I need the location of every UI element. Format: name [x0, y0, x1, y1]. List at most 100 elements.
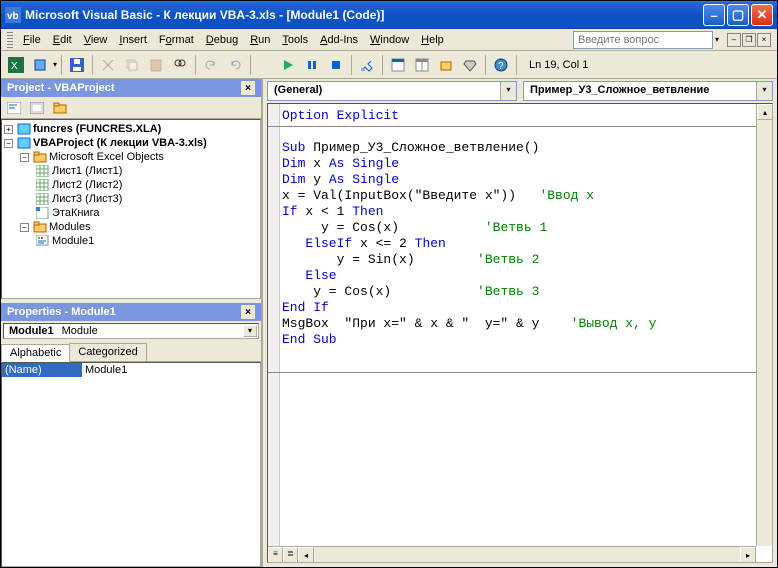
- collapse-icon[interactable]: −: [4, 139, 13, 148]
- run-button[interactable]: [277, 54, 299, 76]
- dropdown-arrow-icon[interactable]: ▾: [53, 60, 57, 69]
- help-button[interactable]: ?: [490, 54, 512, 76]
- collapse-icon[interactable]: −: [20, 223, 29, 232]
- project-tree[interactable]: + funcres (FUNCRES.XLA) − VBAProject (К …: [1, 119, 261, 299]
- tree-label: Microsoft Excel Objects: [49, 151, 164, 163]
- save-button[interactable]: [66, 54, 88, 76]
- project-icon: [17, 137, 31, 149]
- properties-panel-header: Properties - Module1 ×: [1, 303, 261, 321]
- properties-grid[interactable]: (Name) Module1: [1, 362, 261, 567]
- properties-panel-title: Properties - Module1: [7, 306, 116, 318]
- app-icon: vb: [5, 7, 21, 23]
- mdi-minimize-button[interactable]: –: [727, 33, 741, 47]
- view-toggle: ≡ ≣: [268, 546, 298, 562]
- sheet-icon: [36, 193, 50, 205]
- menu-edit[interactable]: Edit: [47, 32, 78, 48]
- code-margin: [268, 104, 280, 546]
- help-search-input[interactable]: [573, 31, 713, 49]
- scroll-up-button[interactable]: ▴: [757, 104, 773, 120]
- tree-label: Лист3 (Лист3): [52, 193, 122, 205]
- tree-node-thisbook[interactable]: ЭтаКнига: [4, 206, 258, 220]
- dropdown-arrow-icon[interactable]: ▾: [500, 82, 516, 100]
- object-dropdown[interactable]: (General) ▾: [267, 81, 517, 101]
- cursor-position-label: Ln 19, Col 1: [521, 59, 596, 71]
- tab-categorized[interactable]: Categorized: [69, 343, 146, 361]
- toolbox-button[interactable]: [459, 54, 481, 76]
- tree-node-sheet2[interactable]: Лист2 (Лист2): [4, 178, 258, 192]
- full-module-view-button[interactable]: ≣: [283, 547, 298, 563]
- window-controls: – ▢ ✕: [703, 4, 773, 26]
- collapse-icon[interactable]: −: [20, 153, 29, 162]
- paste-button[interactable]: [145, 54, 167, 76]
- module-icon: [36, 235, 50, 247]
- reset-button[interactable]: [325, 54, 347, 76]
- copy-button[interactable]: [121, 54, 143, 76]
- code-dropdowns: (General) ▾ Пример_У3_Сложное_ветвление …: [263, 79, 777, 103]
- view-object-button[interactable]: [26, 97, 48, 119]
- scrollbar-track[interactable]: [314, 547, 740, 562]
- sheet-icon: [36, 165, 50, 177]
- mdi-restore-button[interactable]: ❐: [742, 33, 756, 47]
- mdi-close-button[interactable]: ×: [757, 33, 771, 47]
- code-text[interactable]: Option Explicit Sub Пример_У3_Сложное_ве…: [282, 108, 772, 348]
- tree-node-module1[interactable]: Module1: [4, 234, 258, 248]
- separator: [516, 55, 517, 75]
- help-dropdown-icon[interactable]: ▾: [713, 35, 721, 44]
- dropdown-arrow-icon[interactable]: ▾: [243, 325, 257, 337]
- property-row[interactable]: (Name) Module1: [2, 363, 260, 377]
- property-name: (Name): [2, 363, 82, 377]
- expand-icon[interactable]: +: [4, 125, 13, 134]
- maximize-button[interactable]: ▢: [727, 4, 749, 26]
- scroll-left-button[interactable]: ◂: [298, 547, 314, 563]
- excel-icon[interactable]: X: [5, 54, 27, 76]
- minimize-button[interactable]: –: [703, 4, 725, 26]
- menu-help[interactable]: Help: [415, 32, 450, 48]
- find-button[interactable]: [169, 54, 191, 76]
- menu-addins[interactable]: Add-Ins: [314, 32, 364, 48]
- dropdown-arrow-icon[interactable]: ▾: [756, 82, 772, 100]
- undo-button[interactable]: [200, 54, 222, 76]
- redo-button[interactable]: [224, 54, 246, 76]
- properties-window-button[interactable]: [411, 54, 433, 76]
- menu-insert[interactable]: Insert: [113, 32, 153, 48]
- folder-icon: [33, 221, 47, 233]
- procedure-view-button[interactable]: ≡: [268, 547, 283, 563]
- break-button[interactable]: [301, 54, 323, 76]
- menu-run[interactable]: Run: [244, 32, 276, 48]
- tree-node-sheet1[interactable]: Лист1 (Лист1): [4, 164, 258, 178]
- properties-object-dropdown[interactable]: Module1 Module ▾: [3, 323, 259, 339]
- menu-window[interactable]: Window: [364, 32, 415, 48]
- properties-panel-close-button[interactable]: ×: [241, 305, 255, 319]
- tree-node-vbaproject[interactable]: − VBAProject (К лекции VBA-3.xls): [4, 136, 258, 150]
- cut-button[interactable]: [97, 54, 119, 76]
- view-code-button[interactable]: [3, 97, 25, 119]
- tree-node-funcres[interactable]: + funcres (FUNCRES.XLA): [4, 122, 258, 136]
- design-mode-button[interactable]: [356, 54, 378, 76]
- menu-debug[interactable]: Debug: [200, 32, 244, 48]
- object-type: Module: [58, 325, 243, 337]
- scroll-right-button[interactable]: ▸: [740, 547, 756, 563]
- code-pane: (General) ▾ Пример_У3_Сложное_ветвление …: [263, 79, 777, 567]
- menu-format[interactable]: Format: [153, 32, 200, 48]
- project-explorer-button[interactable]: [387, 54, 409, 76]
- property-value[interactable]: Module1: [82, 363, 260, 377]
- object-browser-button[interactable]: [435, 54, 457, 76]
- tree-label: funcres (FUNCRES.XLA): [33, 123, 161, 135]
- menu-view[interactable]: View: [78, 32, 114, 48]
- tree-node-excel-objects[interactable]: − Microsoft Excel Objects: [4, 150, 258, 164]
- toggle-folders-button[interactable]: [49, 97, 71, 119]
- project-icon: [17, 123, 31, 135]
- horizontal-scrollbar[interactable]: ◂ ▸: [298, 546, 756, 562]
- close-button[interactable]: ✕: [751, 4, 773, 26]
- code-editor[interactable]: Option Explicit Sub Пример_У3_Сложное_ве…: [267, 103, 773, 563]
- procedure-dropdown[interactable]: Пример_У3_Сложное_ветвление ▾: [523, 81, 773, 101]
- tab-alphabetic[interactable]: Alphabetic: [1, 344, 70, 362]
- menu-tools[interactable]: Tools: [276, 32, 314, 48]
- menu-file[interactable]: File: [17, 32, 47, 48]
- insert-dropdown-button[interactable]: [29, 54, 51, 76]
- separator: [351, 55, 352, 75]
- project-panel-close-button[interactable]: ×: [241, 81, 255, 95]
- tree-node-modules[interactable]: − Modules: [4, 220, 258, 234]
- tree-node-sheet3[interactable]: Лист3 (Лист3): [4, 192, 258, 206]
- vertical-scrollbar[interactable]: ▴: [756, 104, 772, 546]
